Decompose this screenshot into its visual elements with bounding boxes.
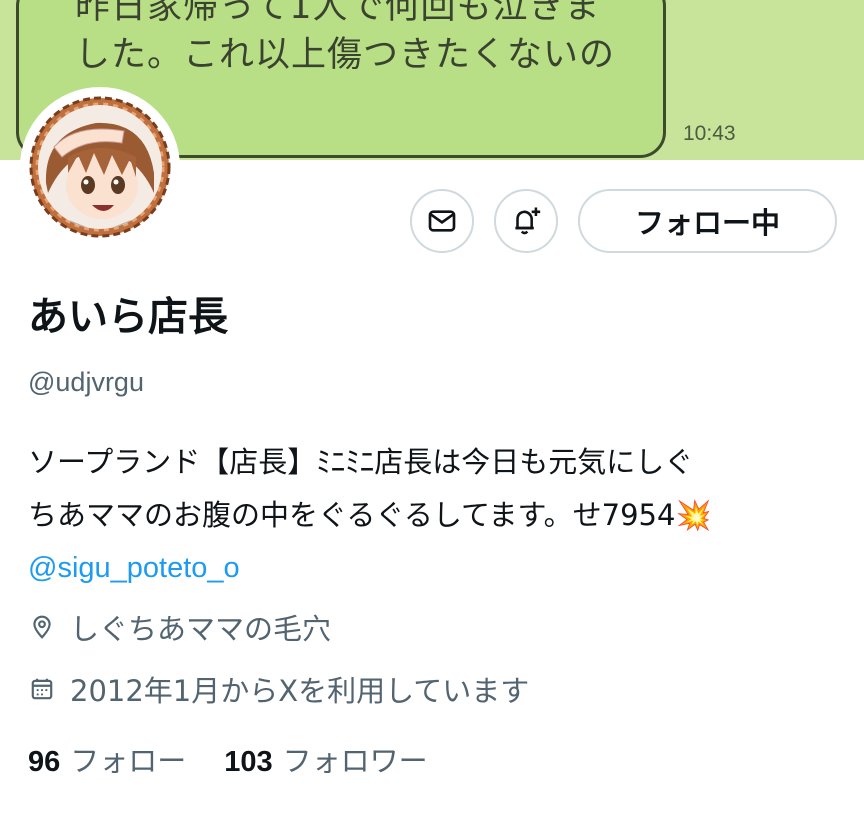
followers-count: 103: [224, 746, 273, 778]
follow-stats: 96 フォロー 103 フォロワー: [28, 738, 428, 780]
bio-line-2: ちあママのお腹の中をぐるぐるしてます。せ7954💥: [28, 489, 848, 542]
following-label: フォロー: [70, 744, 187, 778]
joined-text: 2012年1月からXを利用しています: [70, 674, 530, 708]
bell-plus-icon: [515, 207, 541, 235]
avatar[interactable]: [20, 87, 180, 247]
following-link[interactable]: 96 フォロー: [28, 738, 186, 780]
explosion-emoji: 💥: [675, 498, 712, 532]
profile-bio: ソープランド【店長】ﾐﾆﾐﾆ店長は今日も元気にしぐ ちあママのお腹の中をぐるぐる…: [28, 436, 848, 595]
bio-line-2-text: ちあママのお腹の中をぐるぐるしてます。せ7954: [28, 498, 676, 532]
followers-link[interactable]: 103 フォロワー: [224, 738, 427, 780]
location-text: しぐちあママの毛穴: [70, 612, 332, 646]
chat-message-line1: 昨日家帰って1人で何回も泣きま: [75, 0, 601, 27]
chat-timestamp: 10:43: [683, 122, 736, 145]
location-pin-icon: [28, 613, 56, 641]
display-name: あいら店長: [28, 294, 228, 340]
user-handle: @udjvrgu: [28, 367, 144, 397]
profile-joined-date: 2012年1月からXを利用しています: [28, 668, 529, 710]
envelope-icon: [428, 210, 456, 232]
followers-label: フォロワー: [282, 744, 428, 778]
following-count: 96: [28, 746, 61, 778]
calendar-icon: [28, 675, 56, 703]
chat-message: 昨日家帰って1人で何回も泣きま した。これ以上傷つきたくないの: [75, 0, 675, 79]
bio-mention-link[interactable]: @sigu_poteto_o: [28, 542, 848, 595]
message-button[interactable]: [410, 189, 474, 253]
following-button[interactable]: フォロー中: [578, 189, 837, 253]
avatar-image: [29, 96, 171, 238]
bio-line-1: ソープランド【店長】ﾐﾆﾐﾆ店長は今日も元気にしぐ: [28, 445, 694, 479]
notify-button[interactable]: [494, 189, 558, 253]
chat-message-line2: した。これ以上傷つきたくないの: [75, 35, 616, 75]
profile-location: しぐちあママの毛穴: [28, 606, 331, 648]
